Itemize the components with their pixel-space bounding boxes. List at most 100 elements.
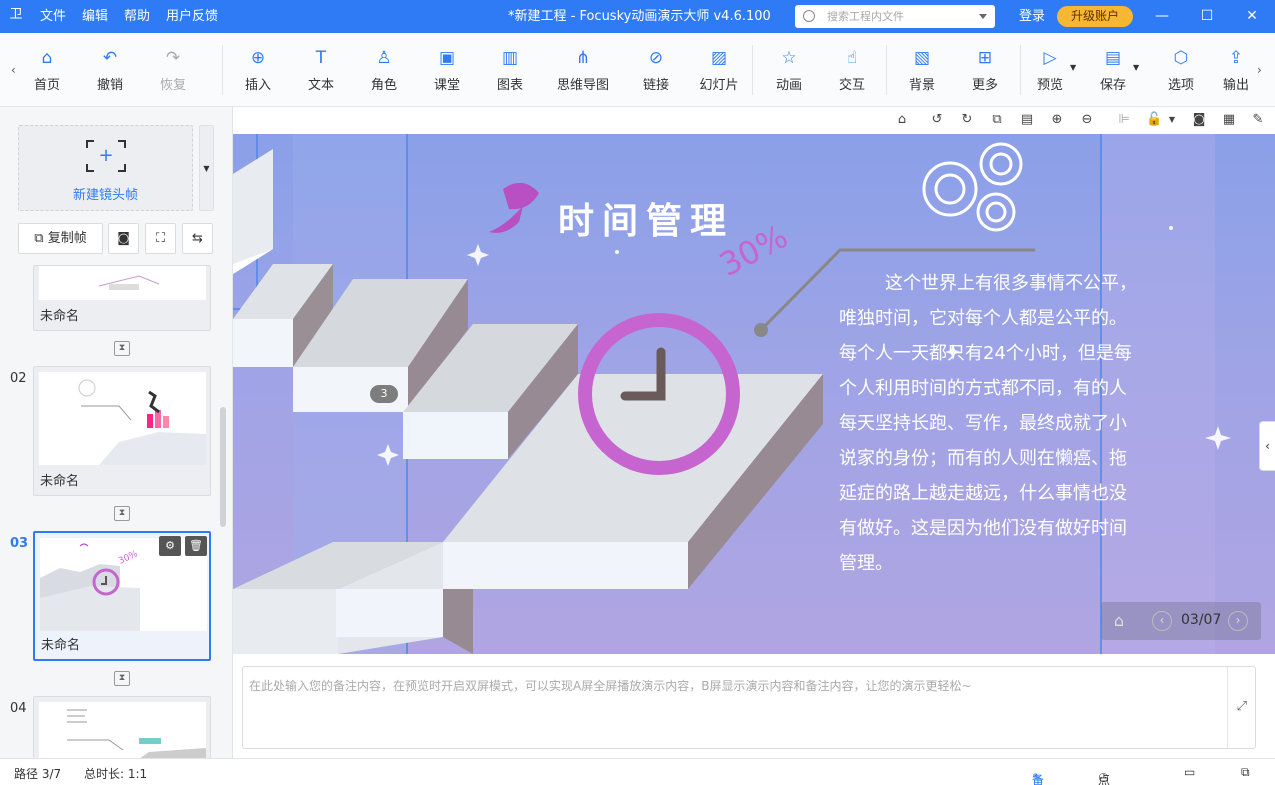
toolbar-animation-button[interactable]: ☆ 动画 <box>761 47 817 97</box>
toolbar-text-button[interactable]: T 文本 <box>293 47 349 97</box>
window-title: *新建工程 - Focusky动画演示大师 v4.6.100 <box>508 9 771 24</box>
toolbar-redo-button[interactable]: ↷ 恢复 <box>145 47 201 97</box>
slide-preview-image <box>39 266 206 300</box>
toolbar-label: 链接 <box>642 78 669 93</box>
expand-notes-icon[interactable]: ⤢ <box>1237 699 1247 714</box>
copy-frame-label: 复制帧 <box>47 231 87 246</box>
toolbar-label: 课堂 <box>433 78 460 93</box>
edit-icon[interactable]: ✎ <box>1250 112 1266 128</box>
nav-prev-icon[interactable]: ‹ <box>1152 611 1172 631</box>
swap-icon: ⇆ <box>192 231 203 246</box>
search-dropdown-icon[interactable] <box>979 14 987 19</box>
frame-list-scrollbar[interactable] <box>220 407 226 527</box>
toolbar-label: 思维导图 <box>556 78 609 93</box>
notes-toggle-label: 备注 <box>1032 773 1045 785</box>
toolbar-label: 首页 <box>33 78 60 93</box>
upgrade-button[interactable]: 升级账户 <box>1057 6 1133 27</box>
close-button[interactable]: ✕ <box>1229 0 1275 33</box>
project-search-input[interactable]: 搜索工程内文件 <box>795 5 995 28</box>
fit-frame-button[interactable]: ⛶ <box>145 223 176 254</box>
slide-paragraph[interactable]: 这个世界上有很多事情不公平， 唯独时间，它对每个人都是公平的。 每个人一天都只有… <box>839 266 1169 581</box>
transition-icon[interactable]: ⧗ <box>114 506 130 521</box>
export-icon: ⇪ <box>1228 48 1244 68</box>
preview-dropdown-icon[interactable]: ▼ <box>1070 63 1076 72</box>
rotate-left-icon[interactable]: ↺ <box>929 112 945 128</box>
zoom-in-icon[interactable]: ⊕ <box>1049 112 1065 128</box>
slide-thumbnail-02[interactable]: 未命名 <box>33 366 211 496</box>
maximize-button[interactable]: ☐ <box>1184 0 1230 33</box>
menu-edit[interactable]: 编辑 <box>82 0 108 33</box>
search-placeholder: 搜索工程内文件 <box>827 10 904 23</box>
toolbar-mindmap-button[interactable]: ⋔ 思维导图 <box>555 47 611 97</box>
status-bar: 路径 3/7 总时长: 1:1 ✎ 备注 ⚇ 点名 ▭ ⧉ <box>0 758 1275 785</box>
menu-bar: 文件 编辑 帮助 用户反馈 <box>40 0 234 33</box>
slide-thumbnail-04[interactable] <box>33 696 211 759</box>
save-dropdown-icon[interactable]: ▼ <box>1133 63 1139 72</box>
menu-help[interactable]: 帮助 <box>124 0 150 33</box>
nav-next-icon[interactable]: › <box>1228 611 1248 631</box>
paste-icon[interactable]: ▤ <box>1019 112 1035 128</box>
menu-feedback[interactable]: 用户反馈 <box>166 0 218 33</box>
toolbar-insert-button[interactable]: ⊕ 插入 <box>230 47 286 97</box>
toolbar-classroom-button[interactable]: ▣ 课堂 <box>419 47 475 97</box>
new-frame-button[interactable]: + 新建镜头帧 <box>18 125 193 211</box>
copy-frame-button[interactable]: ⧉ 复制帧 <box>18 223 103 254</box>
frame-number-badge[interactable]: 3 <box>370 385 398 403</box>
toolbar-undo-button[interactable]: ↶ 撤销 <box>82 47 138 97</box>
lock-dropdown-icon[interactable]: ▼ <box>1164 112 1180 128</box>
window-layout-icon[interactable]: ⧉ <box>1241 765 1250 780</box>
swap-frame-button[interactable]: ⇆ <box>182 223 213 254</box>
notes-input[interactable]: 在此处输入您的备注内容，在预览时开启双屏模式，可以实现A屏全屏播放演示内容，B屏… <box>242 666 1256 749</box>
nav-home-icon[interactable]: ⌂ <box>1109 611 1129 631</box>
transition-icon[interactable]: ⧗ <box>114 671 130 686</box>
nav-counter: 03/07 <box>1181 612 1222 628</box>
trash-icon: 🗑 <box>189 539 203 552</box>
toolbar-scroll-left-icon[interactable]: ‹ <box>11 63 16 77</box>
toolbar-slide-button[interactable]: ▨ 幻灯片 <box>691 47 747 97</box>
camera-icon[interactable]: ◙ <box>1191 112 1207 128</box>
transition-icon[interactable]: ⧗ <box>114 341 130 356</box>
collapse-right-panel-button[interactable]: ‹ <box>1259 421 1275 471</box>
copy-icon[interactable]: ⧉ <box>989 112 1005 128</box>
toolbar-divider <box>222 45 223 95</box>
screen-icon[interactable]: ▭ <box>1184 765 1195 779</box>
toolbar-role-button[interactable]: ♙ 角色 <box>356 47 412 97</box>
toolbar-home-button[interactable]: ⌂ 首页 <box>19 47 75 97</box>
slide-preview-image: 30% <box>40 538 207 631</box>
home-view-icon[interactable]: ⌂ <box>894 112 910 128</box>
slide-name: 未命名 <box>41 638 81 653</box>
login-button[interactable]: 登录 <box>1019 0 1045 33</box>
zoom-out-icon[interactable]: ⊖ <box>1079 112 1095 128</box>
toolbar-link-button[interactable]: ⊘ 链接 <box>628 47 684 97</box>
rotate-right-icon[interactable]: ↻ <box>959 112 975 128</box>
toolbar-options-button[interactable]: ⬡ 选项 <box>1153 47 1209 97</box>
slide-thumbnail-01[interactable]: 未命名 <box>33 265 211 331</box>
screenshot-frame-button[interactable]: ◙ <box>108 223 139 254</box>
toolbar-label: 恢复 <box>159 78 186 93</box>
toolbar-chart-button[interactable]: ▥ 图表 <box>482 47 538 97</box>
slide-preview-image <box>39 702 206 759</box>
interaction-icon: ☝ <box>846 48 858 68</box>
toolbar-interaction-button[interactable]: ☝ 交互 <box>824 47 880 97</box>
frame-delete-button[interactable]: 🗑 <box>185 536 207 556</box>
grid-settings-icon[interactable]: ▦ <box>1221 112 1237 128</box>
lock-icon[interactable]: 🔓 <box>1146 112 1162 128</box>
toolbar-export-button[interactable]: ⇪ 输出 <box>1216 47 1256 97</box>
slide-thumbnail-03[interactable]: 30% ⚙ 🗑 未命名 <box>33 531 211 661</box>
toolbar-label: 交互 <box>838 78 865 93</box>
toolbar-preview-button[interactable]: ▷ 预览 <box>1022 47 1078 97</box>
editing-canvas[interactable]: 时间管理 30% 这个世界上有很多事情不公平， 唯独时间，它对每个人都是公平的。… <box>233 134 1275 654</box>
new-frame-dropdown-icon[interactable]: ▼ <box>199 125 214 211</box>
toolbar-save-button[interactable]: ▤ 保存 <box>1085 47 1141 97</box>
minimize-button[interactable]: — <box>1139 0 1185 33</box>
toolbar-more-button[interactable]: ⊞ 更多 <box>957 47 1013 97</box>
slide-preview-image <box>39 372 206 465</box>
menu-file[interactable]: 文件 <box>40 0 66 33</box>
align-icon[interactable]: ⊫ <box>1116 112 1132 128</box>
toolbar-label: 文本 <box>307 78 334 93</box>
frame-settings-button[interactable]: ⚙ <box>159 536 181 556</box>
toolbar-scroll-right-icon[interactable]: › <box>1257 63 1262 77</box>
paragraph-line: 延症的路上越走越远，什么事情也没 <box>839 483 1127 504</box>
slide-title[interactable]: 时间管理 <box>558 192 734 244</box>
toolbar-background-button[interactable]: ▧ 背景 <box>894 47 950 97</box>
